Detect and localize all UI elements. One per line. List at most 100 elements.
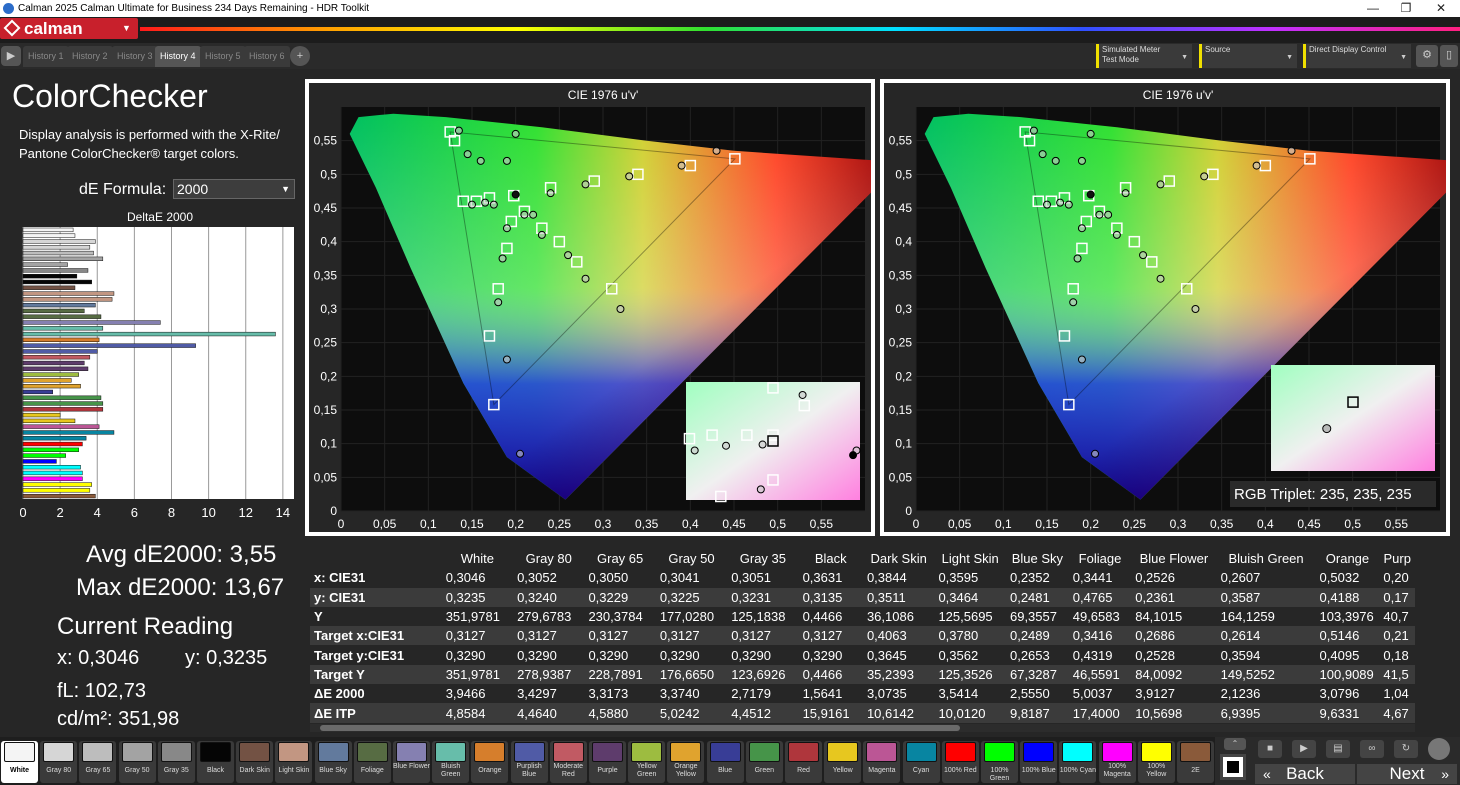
swatch-purplish-blue[interactable]: Purplish Blue — [510, 741, 548, 783]
close-button[interactable]: ✕ — [1426, 1, 1456, 15]
swatch-foliage[interactable]: Foliage — [353, 741, 391, 783]
inset-measurement-marker — [758, 440, 767, 449]
swatch-label: Yellow — [832, 767, 853, 774]
swatch-orange[interactable]: Orange — [471, 741, 509, 783]
tab-history-1[interactable]: History 1 — [23, 46, 69, 67]
save-icon[interactable]: ▤ — [1326, 740, 1350, 758]
swatch-magenta[interactable]: Magenta — [863, 741, 901, 783]
table-cell: 10,5698 — [1135, 705, 1183, 721]
swatch-color — [43, 742, 75, 762]
table-cell: 0,3235 — [445, 589, 486, 605]
swatch-100-yellow[interactable]: 100% Yellow — [1137, 741, 1175, 783]
tab-history-3[interactable]: History 3 — [112, 46, 158, 67]
y-tick-label: 0,35 — [889, 268, 913, 282]
panel-icon[interactable]: ▯ — [1440, 45, 1458, 67]
table-cell: 10,0120 — [938, 705, 986, 721]
collapse-up-icon[interactable]: ⌃ — [1224, 738, 1246, 750]
loop-icon[interactable]: ∞ — [1360, 740, 1384, 758]
next-button[interactable]: Next » — [1357, 764, 1457, 784]
play-icon[interactable]: ▶ — [1, 46, 21, 66]
swatch-yellow[interactable]: Yellow — [824, 741, 862, 783]
swatch-label: Cyan — [912, 767, 930, 774]
table-cell: 0,3290 — [731, 647, 771, 663]
swatch-label: Magenta — [868, 767, 896, 774]
swatch-color — [1023, 742, 1055, 762]
table-cell: 0,3225 — [659, 589, 700, 605]
current-x-readout: x: 0,3046 — [57, 647, 140, 669]
measurement-marker — [494, 298, 503, 307]
deltae-bar — [22, 372, 79, 377]
swatch-100-green[interactable]: 100% Green — [981, 741, 1018, 783]
swatch-bluish-green[interactable]: Bluish Green — [432, 741, 470, 783]
swatch-blue-sky[interactable]: Blue Sky — [314, 741, 352, 783]
display-control-dropdown[interactable]: Direct Display Control ▼ — [1303, 44, 1411, 68]
swatch-black[interactable]: Black — [197, 741, 234, 783]
tab-history-4[interactable]: History 4 — [155, 46, 201, 67]
back-button[interactable]: « Back — [1255, 764, 1355, 784]
restore-button[interactable]: ❐ — [1391, 1, 1421, 15]
record-icon[interactable] — [1428, 738, 1450, 760]
swatch-gray-50[interactable]: Gray 50 — [118, 741, 156, 783]
swatch-gray-65[interactable]: Gray 65 — [79, 741, 117, 783]
swatch-100-blue[interactable]: 100% Blue — [1020, 741, 1058, 783]
swatch-100-magenta[interactable]: 100% Magenta — [1098, 741, 1136, 783]
swatch-yellow-green[interactable]: Yellow Green — [628, 741, 666, 783]
calman-logo-button[interactable]: calman ▼ — [0, 18, 138, 39]
table-cell: 35,2393 — [866, 666, 914, 682]
source-dropdown[interactable]: Source ▼ — [1199, 44, 1297, 68]
settings-gear-icon[interactable]: ⚙ — [1416, 45, 1438, 67]
swatch-100-cyan[interactable]: 100% Cyan — [1059, 741, 1097, 783]
add-tab-icon[interactable]: + — [290, 46, 310, 66]
stop-square-button[interactable] — [1220, 754, 1246, 780]
swatch-moderate-red[interactable]: Moderate Red — [549, 741, 587, 783]
rgb-triplet-readout: RGB Triplet: 235, 235, 235 — [1234, 486, 1412, 503]
swatch-100-red[interactable]: 100% Red — [941, 741, 979, 783]
swatch-color — [984, 742, 1015, 762]
minimize-button[interactable]: — — [1358, 1, 1388, 15]
stop-icon[interactable]: ■ — [1258, 740, 1282, 758]
swatch-label: Blue Sky — [319, 767, 347, 774]
table-cell: 1,04 — [1383, 686, 1409, 702]
table-cell: 4,4640 — [517, 705, 557, 721]
swatch-purple[interactable]: Purple — [589, 741, 626, 783]
table-horizontal-scrollbar[interactable] — [310, 724, 1415, 732]
measurement-marker — [1095, 210, 1104, 219]
deltae-bar — [22, 436, 87, 441]
table-header: Black — [814, 551, 847, 567]
de-formula-select[interactable]: 2000 ▼ — [173, 179, 295, 199]
swatch-color — [121, 742, 153, 762]
swatch-blue[interactable]: Blue — [706, 741, 744, 783]
refresh-icon[interactable]: ↻ — [1394, 740, 1418, 758]
tab-history-5[interactable]: History 5 — [200, 46, 246, 67]
de-formula-label: dE Formula: — [79, 181, 167, 198]
swatch-label: Red — [797, 767, 810, 774]
swatch-2e[interactable]: 2E — [1177, 741, 1214, 783]
swatch-dark-skin[interactable]: Dark Skin — [236, 741, 274, 783]
swatch-gray-35[interactable]: Gray 35 — [157, 741, 195, 783]
swatch-blue-flower[interactable]: Blue Flower — [393, 741, 430, 783]
swatch-red[interactable]: Red — [785, 741, 822, 783]
swatch-label: 2E — [1191, 767, 1200, 774]
swatch-gray-80[interactable]: Gray 80 — [40, 741, 78, 783]
y-tick-label: 0,55 — [314, 134, 338, 148]
swatch-color — [1140, 742, 1172, 762]
meter-dropdown[interactable]: Simulated Meter Test Mode ▼ — [1096, 44, 1192, 68]
swatch-cyan[interactable]: Cyan — [902, 741, 940, 783]
table-header: Bluish Green — [1228, 551, 1304, 567]
swatch-green[interactable]: Green — [745, 741, 783, 783]
swatch-light-skin[interactable]: Light Skin — [275, 741, 313, 783]
table-row: Target x:CIE31 0,3127 0,3127 0,3127 0,3127 0,… — [310, 626, 1415, 646]
table-cell: 125,3526 — [938, 666, 993, 682]
play-icon[interactable]: ▶ — [1292, 740, 1316, 758]
measurement-marker — [581, 274, 590, 283]
deltae-bar — [22, 447, 79, 452]
swatch-white[interactable]: White — [1, 741, 38, 783]
x-tick-label: 0,35 — [1210, 517, 1234, 531]
scrollbar-thumb[interactable] — [320, 725, 960, 731]
tab-history-6[interactable]: History 6 — [244, 46, 290, 67]
swatch-color — [239, 742, 271, 762]
table-cell: 3,4297 — [517, 686, 557, 702]
table-cell: 0,18 — [1383, 647, 1409, 663]
swatch-orange-yellow[interactable]: Orange Yellow — [667, 741, 705, 783]
tab-history-2[interactable]: History 2 — [67, 46, 113, 67]
